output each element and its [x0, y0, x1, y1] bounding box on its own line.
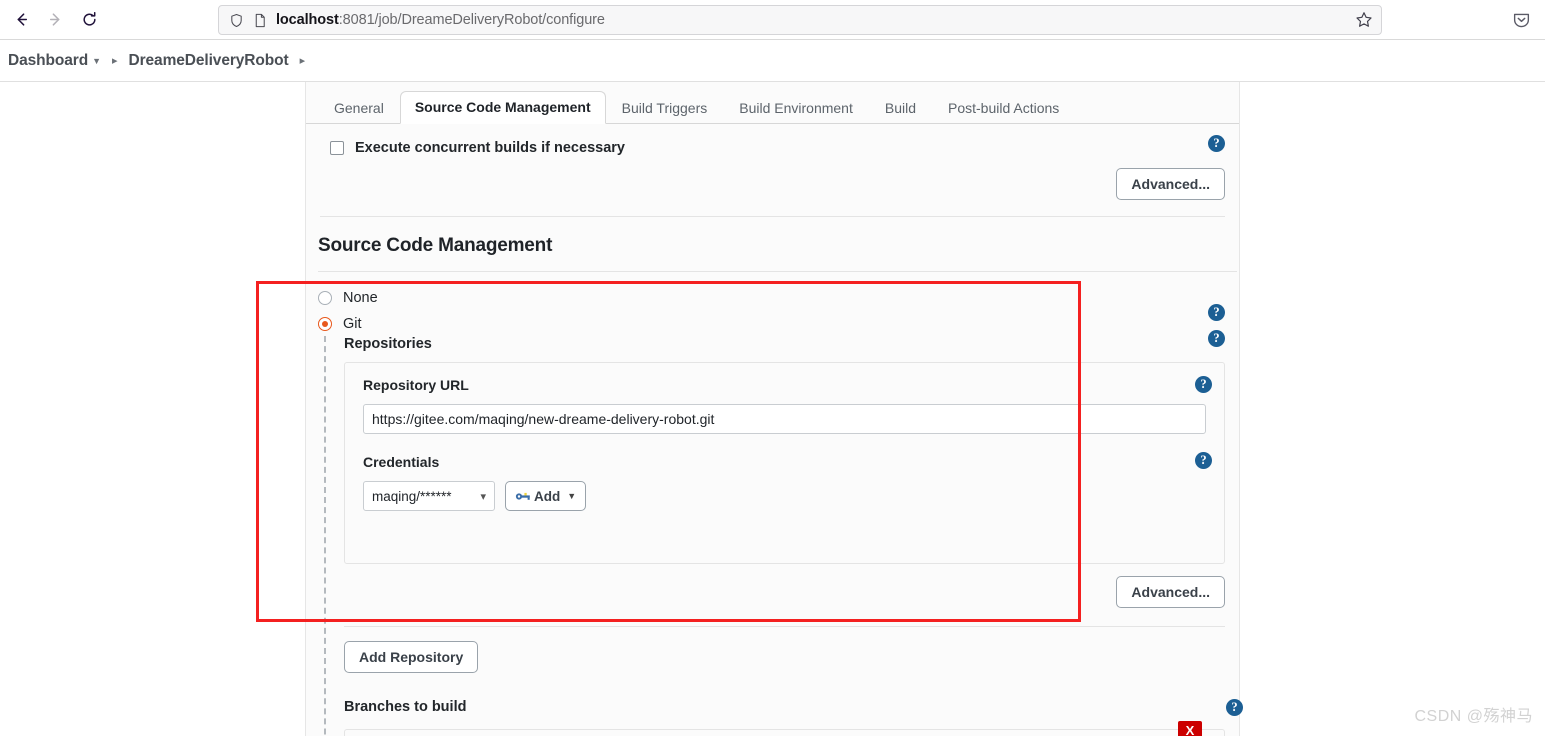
- breadcrumb: Dashboard ▼ ▸ DreameDeliveryRobot ▸: [0, 40, 1545, 82]
- concurrent-builds-row: Execute concurrent builds if necessary: [306, 124, 1239, 158]
- tab-build-environment[interactable]: Build Environment: [723, 94, 869, 124]
- watermark: CSDN @殇神马: [1414, 708, 1533, 725]
- arrow-right-icon: [49, 13, 59, 26]
- help-icon-credentials[interactable]: ?: [1195, 452, 1212, 469]
- radio-none[interactable]: [318, 291, 332, 305]
- caret-down-icon: ▼: [567, 491, 577, 501]
- config-tabs: General Source Code Management Build Tri…: [306, 82, 1239, 124]
- add-repository-button[interactable]: Add Repository: [344, 641, 479, 673]
- address-bar[interactable]: localhost:8081/job/DreameDeliveryRobot/c…: [218, 5, 1382, 35]
- advanced-button-general[interactable]: Advanced...: [1116, 168, 1225, 200]
- concurrent-builds-label: Execute concurrent builds if necessary: [355, 140, 625, 156]
- tab-post-build-actions[interactable]: Post-build Actions: [932, 94, 1075, 124]
- key-icon: [515, 490, 531, 503]
- breadcrumb-item-job[interactable]: DreameDeliveryRobot: [129, 52, 289, 70]
- branches-to-build-label: Branches to build: [344, 699, 467, 715]
- config-panel: General Source Code Management Build Tri…: [305, 82, 1243, 736]
- breadcrumb-separator-trailing: ▸: [299, 55, 306, 67]
- tab-source-code-management[interactable]: Source Code Management: [399, 91, 606, 124]
- radio-git-label: Git: [343, 316, 362, 332]
- help-icon-repository-url[interactable]: ?: [1195, 376, 1212, 393]
- page-body: General Source Code Management Build Tri…: [0, 82, 1545, 736]
- help-icon-repositories[interactable]: ?: [1208, 330, 1225, 347]
- scm-option-git[interactable]: Git: [318, 316, 1239, 332]
- pocket-icon: [1513, 13, 1529, 27]
- scm-section-title: Source Code Management: [318, 235, 553, 256]
- arrow-left-icon: [17, 13, 27, 26]
- tab-build-triggers[interactable]: Build Triggers: [606, 94, 724, 124]
- advanced-button-repository[interactable]: Advanced...: [1116, 576, 1225, 608]
- browser-toolbar: localhost:8081/job/DreameDeliveryRobot/c…: [0, 0, 1545, 40]
- pocket-button[interactable]: [1509, 8, 1533, 32]
- git-config-nested: Repositories Repository URL ? https://gi…: [324, 336, 1243, 736]
- url-text: localhost:8081/job/DreameDeliveryRobot/c…: [276, 12, 605, 28]
- add-credentials-button[interactable]: Add ▼: [505, 481, 587, 511]
- credentials-select-value: maqing/******: [372, 488, 452, 504]
- help-icon-scm-git[interactable]: ?: [1208, 304, 1225, 321]
- breadcrumb-separator: ▸: [111, 55, 118, 67]
- page-info-icon: [253, 13, 267, 28]
- forward-button[interactable]: [40, 5, 70, 35]
- tab-build[interactable]: Build: [869, 94, 932, 124]
- help-icon-concurrent-builds[interactable]: ?: [1208, 135, 1225, 152]
- concurrent-builds-checkbox[interactable]: [330, 141, 344, 155]
- url-host: localhost: [276, 12, 339, 28]
- bookmark-button[interactable]: [1351, 7, 1377, 33]
- url-path: :8081/job/DreameDeliveryRobot/configure: [338, 12, 605, 28]
- reload-button[interactable]: [74, 5, 104, 35]
- star-icon: [1356, 12, 1372, 27]
- credentials-label: Credentials: [363, 454, 440, 470]
- radio-none-label: None: [343, 290, 378, 306]
- repository-url-label: Repository URL: [363, 377, 469, 393]
- tab-general[interactable]: General: [318, 94, 400, 124]
- breadcrumb-item-dashboard[interactable]: Dashboard: [8, 52, 88, 70]
- repository-url-input[interactable]: https://gitee.com/maqing/new-dreame-deli…: [363, 404, 1206, 434]
- reload-icon: [82, 11, 96, 26]
- shield-icon: [229, 13, 244, 28]
- scm-option-none[interactable]: None: [318, 290, 1239, 306]
- repositories-label: Repositories: [344, 336, 432, 352]
- credentials-select[interactable]: maqing/****** ▾: [363, 481, 495, 511]
- repository-card: Repository URL ? https://gitee.com/maqin…: [344, 362, 1225, 564]
- chevron-down-icon: ▾: [480, 490, 486, 503]
- add-credentials-label: Add: [534, 488, 561, 504]
- help-icon-branches[interactable]: ?: [1226, 699, 1243, 716]
- back-button[interactable]: [6, 5, 36, 35]
- branch-card: X ? Branch Specifier (blank for 'any'): [344, 721, 1225, 736]
- branch-remove-button[interactable]: X: [1178, 721, 1202, 736]
- breadcrumb-dashboard-caret-icon[interactable]: ▼: [92, 56, 101, 66]
- radio-git[interactable]: [318, 317, 332, 331]
